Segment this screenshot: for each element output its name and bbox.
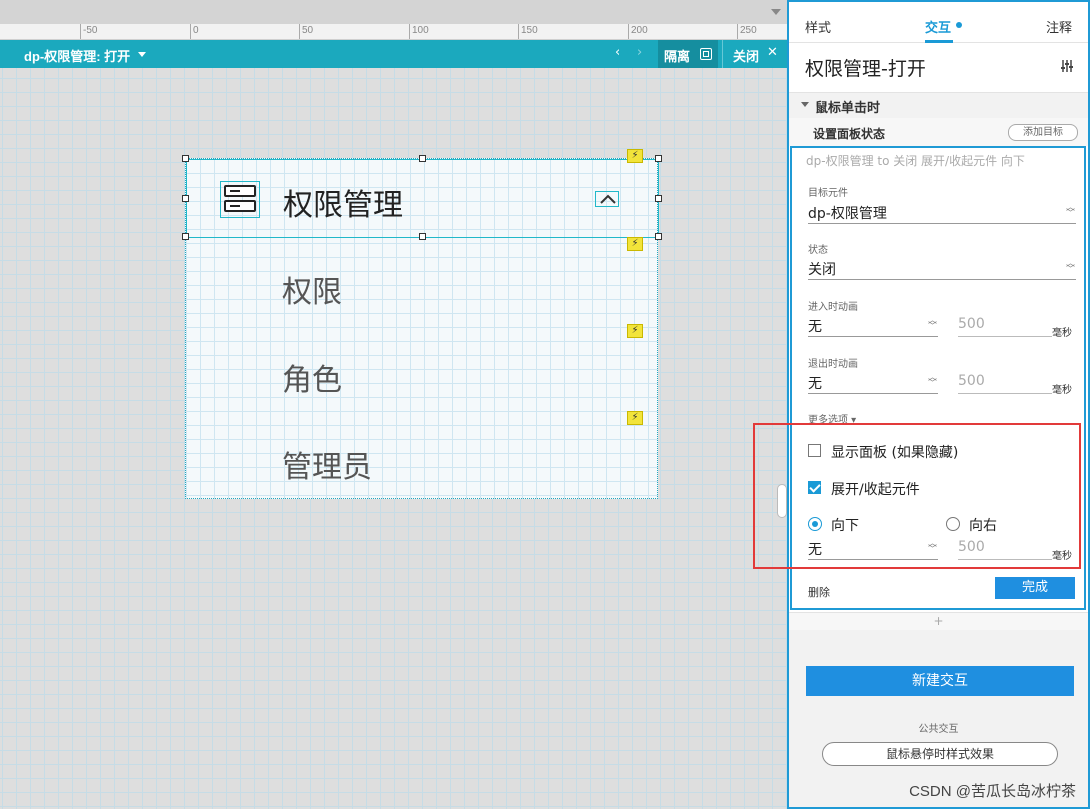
exit-animation-label: 退出时动画	[808, 359, 858, 370]
enter-animation-label: 进入时动画	[808, 302, 858, 313]
resize-handle[interactable]	[655, 195, 662, 202]
design-canvas[interactable]: -50 0 50 100 150 200 250 dp-权限管理: 打开 ‹ ›…	[0, 0, 787, 809]
unit-label: 毫秒	[1052, 328, 1072, 339]
menu-item-admin[interactable]: 管理员	[282, 442, 372, 486]
inspector-panel: 样式 交互 注释 权限管理-打开 鼠标单击时 设置面板状态 添加目标 dp-权限…	[787, 0, 1090, 809]
top-toolbar-strip	[0, 0, 787, 24]
lightning-icon[interactable]: ⚡	[627, 411, 643, 425]
ruler-tick: 200	[628, 24, 648, 39]
done-button[interactable]: 完成	[995, 577, 1075, 599]
new-interaction-button[interactable]: 新建交互	[806, 666, 1074, 696]
active-tab-underline	[925, 40, 953, 43]
up-down-arrows-icon: ︿ ﹀	[928, 316, 938, 332]
event-header[interactable]: 鼠标单击时	[789, 92, 1088, 118]
menu-header[interactable]: 权限管理	[186, 159, 659, 238]
resize-handle[interactable]	[182, 233, 189, 240]
dropdown-triangle-icon[interactable]	[771, 9, 781, 15]
panel-state-title[interactable]: dp-权限管理: 打开	[24, 46, 130, 65]
up-down-arrows-icon: ︿ ﹀	[1066, 203, 1076, 219]
exit-duration-value: 500	[958, 373, 985, 389]
ruler-tick: 250	[737, 24, 757, 39]
exit-duration-input[interactable]: 500	[958, 370, 1052, 394]
resize-handle[interactable]	[182, 155, 189, 162]
close-icon: ✕	[767, 45, 778, 60]
caret-down-icon[interactable]	[801, 102, 809, 107]
lightning-icon[interactable]: ⚡	[627, 237, 643, 251]
exit-animation-select[interactable]: 无 ︿ ﹀	[808, 370, 938, 394]
chevron-right-icon[interactable]: ›	[637, 45, 642, 60]
dynamic-panel-tab-bar: dp-权限管理: 打开 ‹ › 隔离 关闭 ✕	[0, 40, 787, 68]
ruler-tick: 50	[299, 24, 313, 39]
shared-interactions-label: 公共交互	[918, 724, 959, 735]
sliders-icon[interactable]	[1060, 59, 1074, 73]
target-widget-select[interactable]: dp-权限管理 ︿ ﹀	[808, 200, 1076, 224]
up-down-arrows-icon: ︿ ﹀	[928, 373, 938, 389]
inspector-tabs: 样式 交互 注释	[789, 2, 1088, 43]
server-icon	[220, 181, 260, 218]
target-widget-value: dp-权限管理	[808, 206, 887, 222]
enter-animation-select[interactable]: 无 ︿ ﹀	[808, 313, 938, 337]
isolate-icon	[700, 48, 712, 60]
exit-animation-value: 无	[808, 376, 822, 392]
menu-item-role[interactable]: 角色	[282, 355, 342, 399]
close-label: 关闭	[733, 50, 760, 65]
state-label: 状态	[808, 245, 828, 256]
close-button[interactable]: 关闭 ✕	[722, 40, 787, 68]
ruler-tick: 0	[190, 24, 199, 39]
add-action-separator[interactable]: +	[789, 612, 1088, 630]
ruler-tick: -50	[80, 24, 97, 39]
resize-handle[interactable]	[182, 195, 189, 202]
action-summary: dp-权限管理 to 关闭 展开/收起元件 向下	[806, 154, 1025, 168]
unit-label: 毫秒	[1052, 385, 1072, 396]
annotation-highlight-box	[753, 423, 1081, 569]
chevron-left-icon[interactable]: ‹	[615, 45, 620, 60]
active-dot-icon	[956, 22, 962, 28]
tab-notes[interactable]: 注释	[1046, 17, 1072, 36]
resize-handle[interactable]	[655, 155, 662, 162]
enter-animation-value: 无	[808, 319, 822, 335]
enter-duration-value: 500	[958, 316, 985, 332]
menu-item-permission[interactable]: 权限	[282, 267, 342, 311]
ruler-tick: 150	[518, 24, 538, 39]
resize-handle[interactable]	[655, 233, 662, 240]
delete-link[interactable]: 删除	[808, 584, 830, 600]
action-label: 设置面板状态	[813, 127, 886, 141]
isolate-label: 隔离	[664, 50, 691, 65]
add-target-button[interactable]: 添加目标	[1008, 124, 1078, 141]
watermark: CSDN @苦瓜长岛冰柠茶	[909, 783, 1076, 800]
menu-widget[interactable]: 权限管理 ⚡ ⚡ ⚡ ⚡ 权限 角色 管理员	[182, 149, 662, 499]
up-down-arrows-icon: ︿ ﹀	[1066, 259, 1076, 275]
ruler-tick: 100	[409, 24, 429, 39]
target-widget-label: 目标元件	[808, 188, 848, 199]
action-header[interactable]: 设置面板状态 添加目标	[789, 118, 1088, 146]
tab-interactions[interactable]: 交互	[925, 17, 951, 36]
menu-header-label: 权限管理	[283, 188, 403, 223]
state-value: 关闭	[808, 262, 836, 278]
resize-handle[interactable]	[419, 155, 426, 162]
horizontal-ruler: -50 0 50 100 150 200 250	[0, 24, 787, 40]
resize-handle[interactable]	[419, 233, 426, 240]
interaction-title[interactable]: 权限管理-打开	[805, 54, 926, 81]
chevron-up-icon[interactable]	[595, 191, 619, 207]
state-select[interactable]: 关闭 ︿ ﹀	[808, 256, 1076, 280]
chevron-down-icon[interactable]	[138, 52, 146, 57]
tab-style[interactable]: 样式	[805, 17, 831, 36]
enter-duration-input[interactable]: 500	[958, 313, 1052, 337]
plus-icon[interactable]: +	[933, 614, 943, 628]
lightning-icon[interactable]: ⚡	[627, 149, 643, 163]
lightning-icon[interactable]: ⚡	[627, 324, 643, 338]
isolate-button[interactable]: 隔离	[658, 40, 718, 68]
event-label: 鼠标单击时	[815, 101, 881, 116]
hover-style-effect-button[interactable]: 鼠标悬停时样式效果	[822, 742, 1058, 766]
